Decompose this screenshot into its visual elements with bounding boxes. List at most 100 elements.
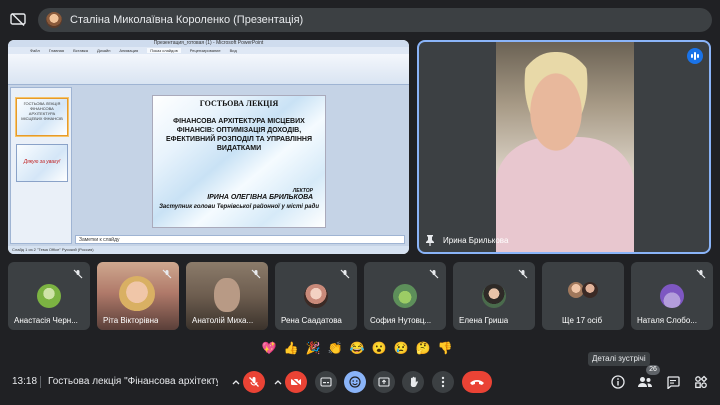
participant-name: Анатолій Миха... [192,316,254,325]
speaker-body [496,137,634,252]
present-now-button[interactable] [373,371,395,393]
participant-avatar [393,284,417,308]
participant-tile[interactable]: Наталя Слобо... [631,262,713,330]
active-speaker-tile[interactable]: Ирина Брилькова [417,40,711,254]
camera-toggle-button[interactable] [285,371,307,393]
participant-avatar [660,284,684,308]
speaker-name: Ирина Брилькова [443,235,509,245]
reaction-clap[interactable]: 👏 [326,339,344,357]
video-options-chevron-icon[interactable] [272,371,284,393]
mic-off-icon [517,268,529,280]
meeting-details-tooltip: Деталі зустрічі [588,352,650,366]
chat-button[interactable] [664,373,682,391]
more-participants-tile[interactable]: Ще 17 осіб [542,262,624,330]
participant-name: София Нутовц... [370,316,432,325]
ribbon-tab: Рецензирование [189,48,221,53]
participant-avatar [304,284,328,308]
participant-tile[interactable]: София Нутовц... [364,262,446,330]
reaction-thumbs-up[interactable]: 👍 [282,339,300,357]
thumb-text: МІСЦЕВИХ ФІНАНСІВ [21,116,63,121]
people-icon [638,377,652,387]
thumb-thanks-text: Дякую за увагу! [23,159,61,165]
participant-name: Рена Саадатова [281,316,342,325]
reaction-surprised[interactable]: 😮 [370,339,388,357]
more-participants-label: Ще 17 осіб [562,316,603,325]
ribbon-tab: Файл [30,48,40,53]
slide-thumbnail-2: Дякую за увагу! [16,144,68,182]
reaction-thumbs-down[interactable]: 👎 [436,339,454,357]
presenter-pill[interactable]: Сталіна Миколаївна Короленко (Презентаці… [38,8,712,32]
ribbon-tab: Вид [229,48,237,53]
mic-off-icon [695,268,707,280]
mic-off-icon [428,268,440,280]
participant-name: Наталя Слобо... [637,316,697,325]
thumb-text: ФІНАНСОВА АРХІТЕКТУРА [28,106,56,116]
mic-toggle-button[interactable] [243,371,265,393]
slide-speaker-name: ІРИНА ОЛЕГІВНА БРИЛЬКОВА [207,194,313,201]
reaction-sad[interactable]: 😢 [392,339,410,357]
captions-button[interactable] [315,371,337,393]
info-icon [611,375,625,389]
speaker-name-label: Ирина Брилькова [425,234,508,246]
reaction-bar: 💖 👍 🎉 👏 😂 😮 😢 🤔 👎 [260,339,454,357]
leave-call-button[interactable] [462,371,492,393]
hang-up-icon [470,380,484,385]
slide-notes: Заметки к слайду [75,235,405,244]
people-button[interactable] [636,373,654,391]
mic-off-icon [72,268,84,280]
slide-heading: ГОСТЬОВА ЛЕКЦІЯ [199,99,279,108]
audio-options-chevron-icon[interactable] [230,371,242,393]
more-options-button[interactable] [432,371,454,393]
hand-icon [410,376,418,388]
reaction-heart[interactable]: 💖 [260,339,278,357]
camera-off-icon [290,377,302,387]
speaker-head [516,52,596,152]
ribbon-tab: Главная [48,48,65,53]
slide-thumbnails-pane: ГОСТЬОВА ЛЕКЦІЯ ФІНАНСОВА АРХІТЕКТУРА МІ… [10,87,72,244]
more-vert-icon [441,376,445,388]
ribbon-tab: Анимация [119,48,139,53]
raise-hand-button[interactable] [402,371,424,393]
speaker-video [496,42,634,252]
powerpoint-window-title: Презентация_готовая (1) - Microsoft Powe… [8,40,409,47]
pin-icon [426,235,434,246]
participant-tile[interactable]: Ріта Вікторівна [97,262,179,330]
powerpoint-workspace: ГОСТЬОВА ЛЕКЦІЯ ФІНАНСОВА АРХІТЕКТУРА МІ… [8,85,409,246]
divider [40,376,41,388]
slide-thumbnail-1: ГОСТЬОВА ЛЕКЦІЯ ФІНАНСОВА АРХІТЕКТУРА МІ… [16,98,68,136]
slide-speaker-role: Заступник голови Тернівської районної у … [159,204,319,210]
clock: 13:18 [12,376,38,387]
stop-presenting-icon[interactable] [8,10,28,30]
reaction-laugh[interactable]: 😂 [348,339,366,357]
participant-tile[interactable]: Анастасія Черн... [8,262,90,330]
powerpoint-ribbon-tabs: Файл Главная Вставка Дизайн Анимация Пок… [8,47,409,54]
current-slide: ГОСТЬОВА ЛЕКЦІЯ ФІНАНСОВА АРХІТЕКТУРА МІ… [152,95,326,228]
presenter-bar: Сталіна Миколаївна Короленко (Презентаці… [8,8,712,32]
meeting-title: Гостьова лекція "Фінансова архітекту... [48,376,218,387]
powerpoint-ribbon [8,54,409,85]
mic-off-icon [250,268,262,280]
participant-tile[interactable]: Рена Саадатова [275,262,357,330]
participant-avatar [582,282,598,298]
activities-button[interactable] [692,373,710,391]
participant-face [119,276,155,312]
reaction-thinking[interactable]: 🤔 [414,339,432,357]
participant-tile[interactable]: Елена Гриша [453,262,535,330]
present-screen-icon [378,377,390,387]
participant-name: Анастасія Черн... [14,316,78,325]
participant-tile[interactable]: Анатолій Миха... [186,262,268,330]
meeting-details-button[interactable] [609,373,627,391]
mic-off-icon [249,377,259,387]
ribbon-tab: Вставка [73,48,88,53]
reaction-party[interactable]: 🎉 [304,339,322,357]
mic-off-icon [161,268,173,280]
participant-name: Ріта Вікторівна [103,316,159,325]
participant-count-badge: 26 [646,365,660,375]
reactions-button[interactable] [344,371,366,393]
participant-avatar [37,284,61,308]
ribbon-tab: Дизайн [96,48,111,53]
powerpoint-status-bar: Слайд 1 из 2 "Тема Office" Русский (Росс… [8,246,409,254]
chat-icon [667,376,680,389]
presenter-name: Сталіна Миколаївна Короленко (Презентаці… [70,14,304,26]
shared-screen: Презентация_готовая (1) - Microsoft Powe… [8,40,409,254]
